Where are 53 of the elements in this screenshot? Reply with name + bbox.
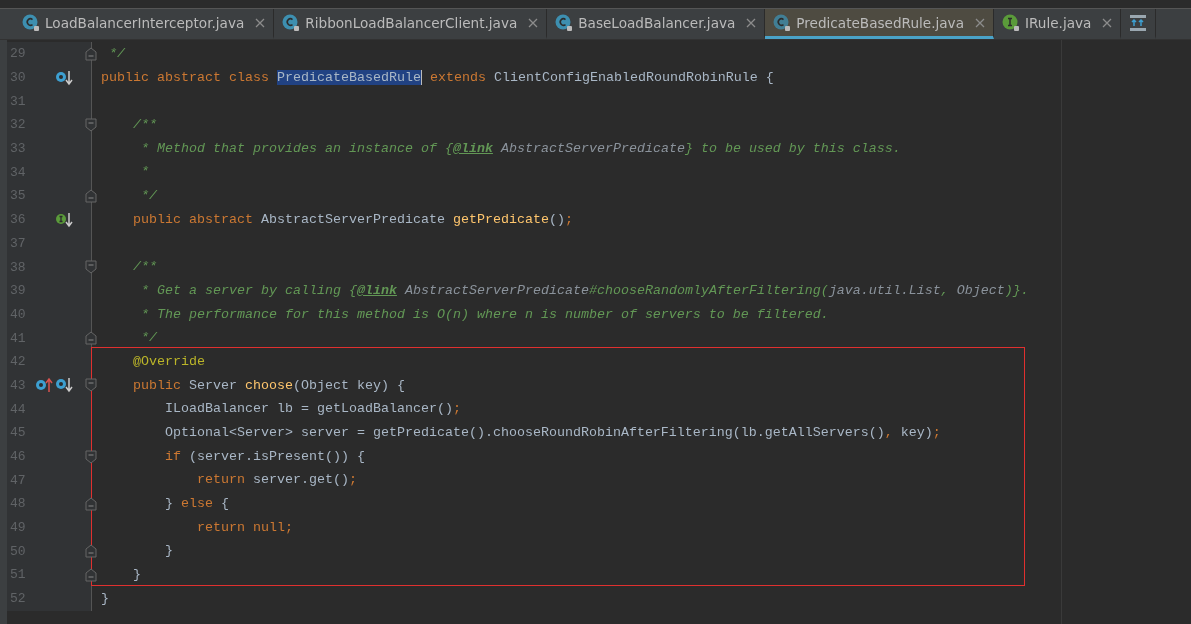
tab-label: PredicateBasedRule.java — [796, 14, 964, 31]
code-line: } — [164, 542, 173, 561]
implemented-down-icon[interactable] — [55, 211, 73, 228]
code-line: return null; — [195, 518, 293, 537]
implemented-down-icon[interactable] — [55, 69, 73, 86]
tab-label: LoadBalancerInterceptor.java — [45, 14, 245, 31]
tab-label: IRule.java — [1025, 14, 1092, 31]
close-icon[interactable] — [528, 17, 539, 28]
code-line: public abstract AbstractServerPredicate getPredicate(); — [132, 210, 573, 229]
code-line: Optional<Server> server = getPredicate().chooseRoundRobinAfterFiltering(lb.getAllServers(), key); — [164, 424, 941, 442]
class-icon — [773, 13, 792, 32]
fold-marker-icon[interactable] — [85, 496, 97, 511]
code-line: return server.get(); — [195, 471, 357, 490]
fold-marker-icon[interactable] — [85, 46, 97, 61]
close-icon[interactable] — [1102, 17, 1113, 28]
fold-marker-icon[interactable] — [85, 117, 97, 132]
fold-marker-icon[interactable] — [85, 188, 97, 203]
class-icon — [555, 13, 574, 32]
code-line: @Override — [132, 352, 205, 371]
close-icon[interactable] — [746, 17, 757, 28]
code-line: ILoadBalancer lb = getLoadBalancer(); — [164, 400, 461, 419]
interface-icon — [1002, 13, 1020, 32]
class-icon — [282, 13, 301, 32]
code-line: } — [101, 589, 109, 608]
class-icon — [22, 13, 40, 32]
code-line: * Method that provides an instance of {@link AbstractServerPredicate} to be used by this class. — [140, 139, 901, 158]
code-line: */ — [140, 187, 157, 206]
code-line: } else { — [164, 495, 229, 514]
code-line: if (server.isPresent()) { — [164, 447, 365, 466]
fold-marker-icon[interactable] — [85, 378, 97, 393]
code-line: /** — [132, 258, 157, 277]
structure-icon — [1129, 13, 1148, 32]
code-line: * The performance for this method is O(n) where n is number of servers to be filtered. — [140, 305, 829, 324]
fold-marker-icon[interactable] — [85, 567, 97, 582]
code-line: /** — [132, 116, 157, 135]
overrides-up-icon[interactable] — [35, 377, 53, 394]
fold-marker-icon[interactable] — [85, 544, 97, 559]
code-line: */ — [108, 45, 125, 63]
tab-label: RibbonLoadBalancerClient.java — [305, 14, 518, 31]
fold-marker-icon[interactable] — [85, 449, 97, 464]
editor-tab[interactable]: PredicateBasedRule.java — [765, 9, 994, 39]
tab-label: BaseLoadBalancer.java — [578, 14, 736, 31]
code-line: public Server choose(Object key) { — [132, 376, 405, 395]
code-line: * Get a server by calling {@link AbstractServerPredicate#chooseRandomlyAfterFiltering(java.util.List, Object)}. — [140, 281, 1029, 300]
close-icon[interactable] — [255, 17, 266, 28]
close-icon[interactable] — [975, 17, 985, 28]
fold-marker-icon[interactable] — [85, 331, 97, 346]
code-line: * — [140, 163, 149, 182]
code-line: public abstract class PredicateBasedRule extends ClientConfigEnabledRoundRobinRule { — [101, 68, 774, 87]
code-line: */ — [140, 329, 157, 348]
fold-marker-icon[interactable] — [85, 260, 97, 275]
implemented-down-icon[interactable] — [55, 377, 73, 394]
code-line: } — [132, 566, 141, 585]
